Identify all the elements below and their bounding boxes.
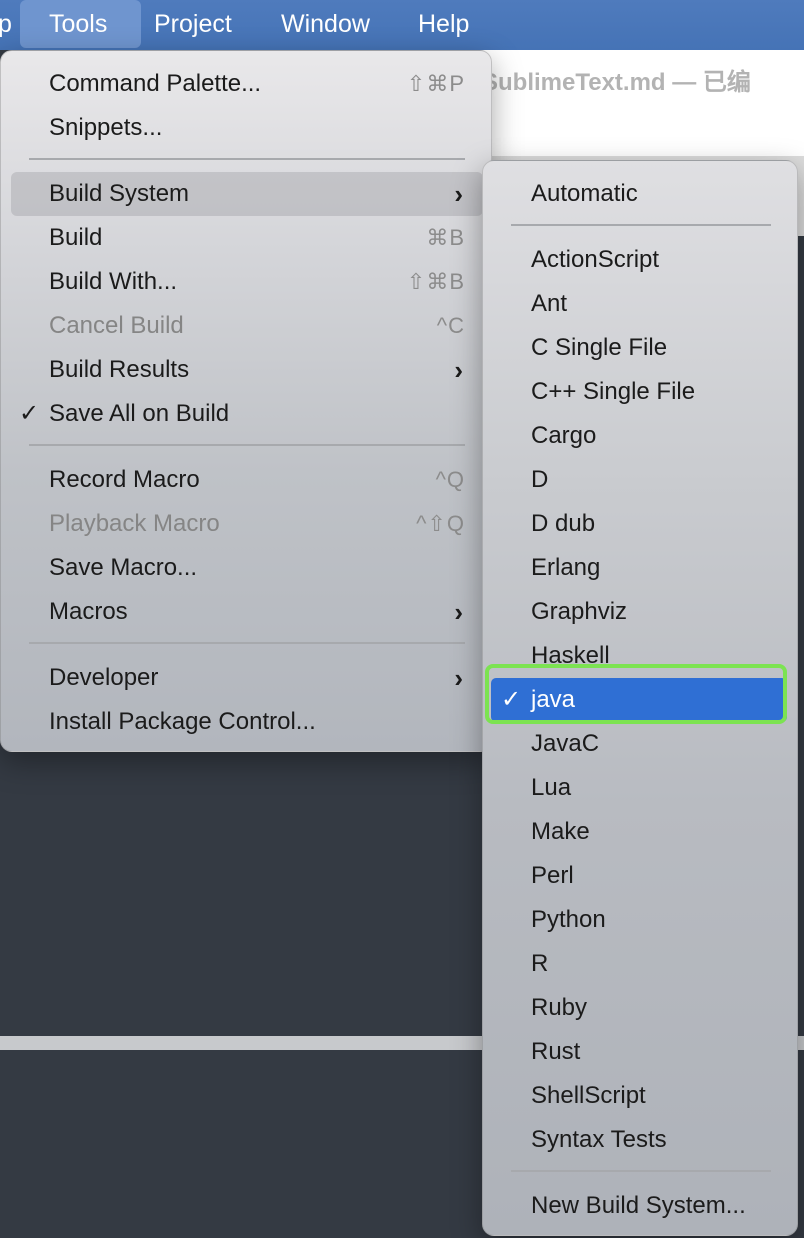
menu-item-label: Build With... [49,268,178,295]
menu-item-label: Save All on Build [49,400,230,427]
menu-item-build-results[interactable]: Build Results › [11,348,483,392]
menu-item-label: Snippets... [49,114,163,141]
build-system-cargo[interactable]: Cargo [491,414,787,458]
menubar-item-tools[interactable]: Tools [20,0,141,48]
chevron-right-icon: › [454,663,463,693]
menu-item-label: Cancel Build [49,312,184,339]
build-system-d-dub[interactable]: D dub [491,502,787,546]
menu-item-label: Macros [49,598,128,625]
menu-separator [511,1170,771,1172]
menu-item-label: Record Macro [49,466,200,493]
build-system-python[interactable]: Python [491,898,787,942]
build-system-javac[interactable]: JavaC [491,722,787,766]
shortcut-label: ^⇧Q [416,511,465,536]
menu-item-snippets[interactable]: Snippets... [11,106,483,150]
menu-item-label: Command Palette... [49,70,262,97]
menu-item-label: Build [49,224,103,251]
menu-bar: p Tools Project Window Help [0,0,804,50]
build-system-erlang[interactable]: Erlang [491,546,787,590]
chevron-right-icon: › [454,179,463,209]
build-system-lua[interactable]: Lua [491,766,787,810]
shortcut-label: ⇧⌘B [406,269,465,294]
menubar-item-help[interactable]: Help [406,0,481,48]
build-system-r[interactable]: R [491,942,787,986]
build-system-submenu: Automatic ActionScript Ant C Single File… [482,160,798,1236]
build-system-graphviz[interactable]: Graphviz [491,590,787,634]
menu-item-build[interactable]: Build ⌘B [11,216,483,260]
build-system-d[interactable]: D [491,458,787,502]
menu-item-label: Playback Macro [49,510,220,537]
menu-item-playback-macro: Playback Macro ^⇧Q [11,502,483,546]
menu-separator [511,224,771,226]
chevron-right-icon: › [454,597,463,627]
menu-item-label: Save Macro... [49,554,198,581]
tools-menu: Command Palette... ⇧⌘P Snippets... Build… [0,50,492,752]
build-system-cpp-single-file[interactable]: C++ Single File [491,370,787,414]
build-system-make[interactable]: Make [491,810,787,854]
shortcut-label: ^Q [435,467,465,492]
menu-separator [29,642,465,644]
menu-item-label: java [531,686,576,713]
build-system-actionscript[interactable]: ActionScript [491,238,787,282]
menu-separator [29,158,465,160]
new-build-system[interactable]: New Build System... [491,1184,787,1228]
build-system-syntax-tests[interactable]: Syntax Tests [491,1118,787,1162]
menu-item-label: Developer [49,664,159,691]
build-system-ruby[interactable]: Ruby [491,986,787,1030]
build-system-java[interactable]: ✓ java [491,678,787,722]
menubar-item-project[interactable]: Project [142,0,244,48]
editor-window-titlebar: SublimeText.md — 已编 [460,50,804,156]
menu-item-cancel-build: Cancel Build ^C [11,304,483,348]
checkmark-icon: ✓ [19,400,40,427]
menu-item-build-system[interactable]: Build System › [11,172,483,216]
menu-item-label: Build Results [49,356,190,383]
shortcut-label: ⌘B [426,225,465,250]
menu-item-label: Build System [49,180,190,207]
shortcut-label: ⇧⌘P [406,71,465,96]
build-system-c-single-file[interactable]: C Single File [491,326,787,370]
menu-item-developer[interactable]: Developer › [11,656,483,700]
menubar-item-window[interactable]: Window [269,0,382,48]
menu-separator [29,444,465,446]
menu-item-save-macro[interactable]: Save Macro... [11,546,483,590]
menu-item-build-with[interactable]: Build With... ⇧⌘B [11,260,483,304]
shortcut-label: ^C [436,313,465,338]
build-system-shellscript[interactable]: ShellScript [491,1074,787,1118]
chevron-right-icon: › [454,355,463,385]
build-system-perl[interactable]: Perl [491,854,787,898]
build-system-automatic[interactable]: Automatic [491,172,787,216]
menu-item-macros[interactable]: Macros › [11,590,483,634]
checkmark-icon: ✓ [501,686,522,713]
menu-item-install-package-control[interactable]: Install Package Control... [11,700,483,744]
menu-item-save-all-on-build[interactable]: ✓ Save All on Build [11,392,483,436]
build-system-ant[interactable]: Ant [491,282,787,326]
build-system-haskell[interactable]: Haskell [491,634,787,678]
build-system-rust[interactable]: Rust [491,1030,787,1074]
menu-item-record-macro[interactable]: Record Macro ^Q [11,458,483,502]
menu-item-label: Install Package Control... [49,708,316,735]
window-title: SublimeText.md — 已编 [482,69,751,96]
menu-item-command-palette[interactable]: Command Palette... ⇧⌘P [11,62,483,106]
